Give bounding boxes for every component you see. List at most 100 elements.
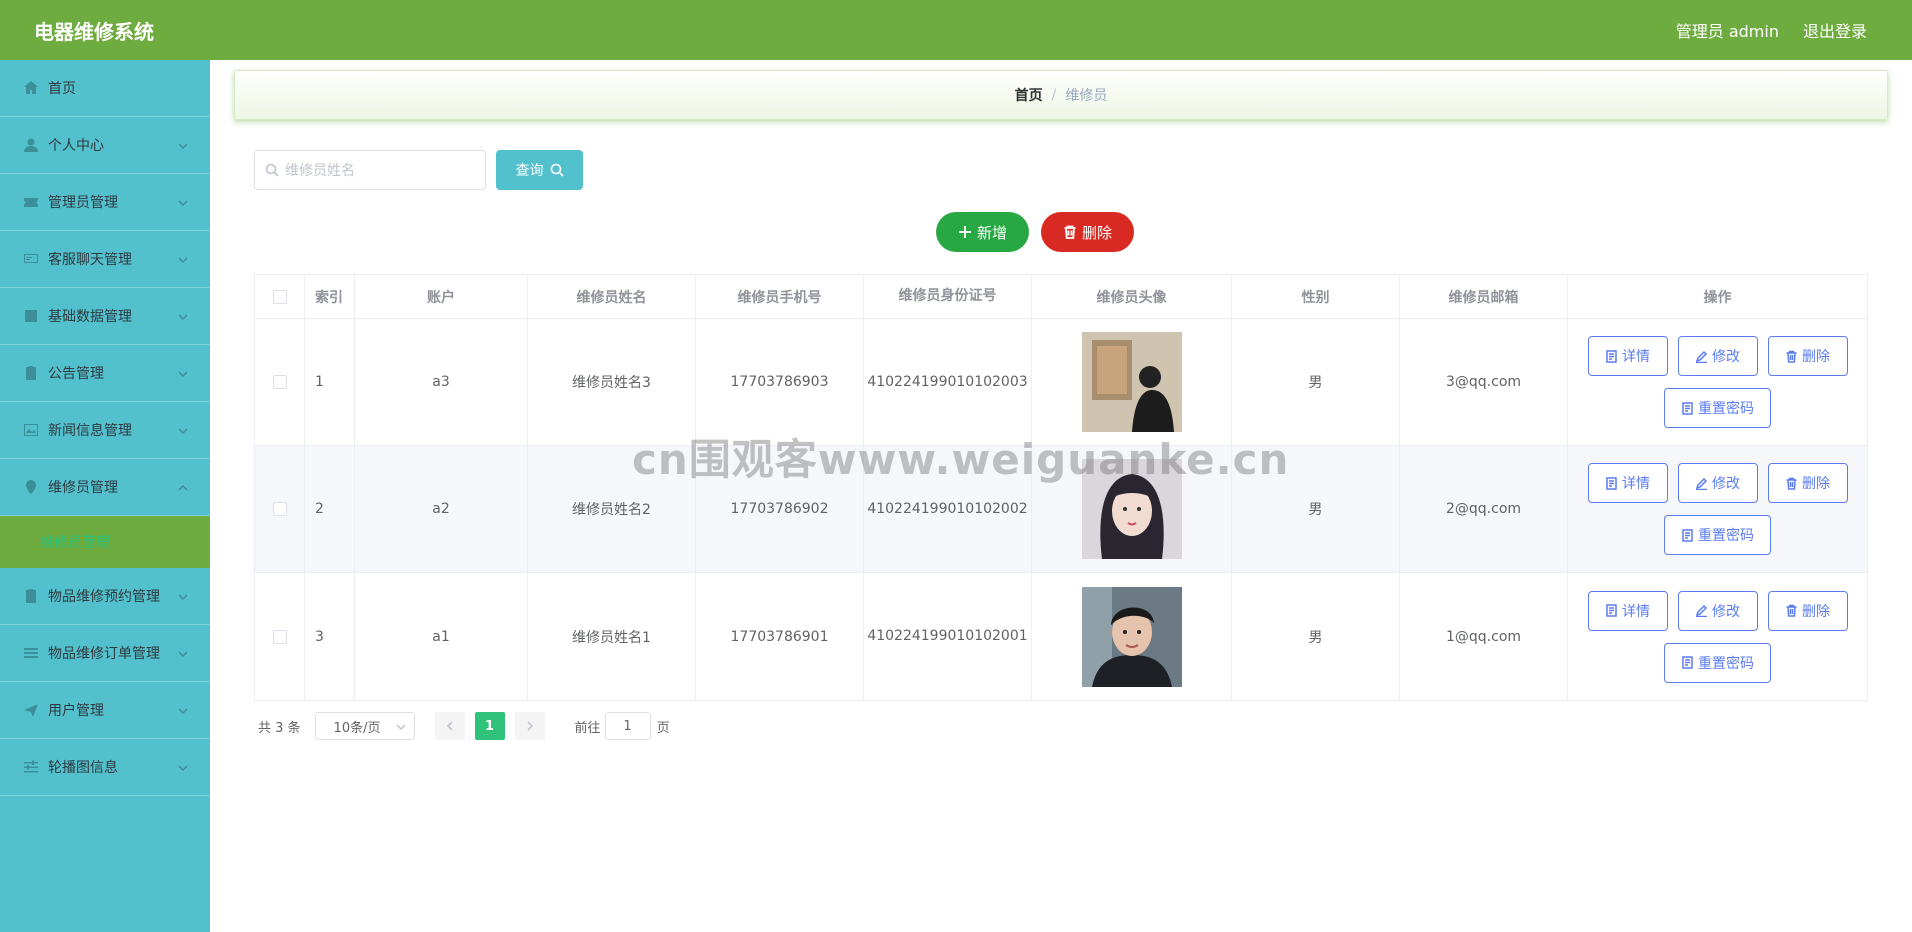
table-header: 索引 账户 维修员姓名 维修员手机号 维修员身份证号 维修员头像 性别 维修员邮… (255, 275, 1867, 319)
row-actions: 详情 修改 删除 重置密码 (1587, 336, 1848, 428)
chevron-down-icon (178, 761, 188, 772)
cell-avatar (1032, 573, 1232, 700)
sidebar-item-home[interactable]: 首页 (0, 60, 210, 117)
detail-button[interactable]: 详情 (1587, 463, 1668, 503)
document-icon (1682, 528, 1693, 542)
sidebar-item-label: 首页 (48, 81, 76, 97)
page-number[interactable]: 1 (474, 712, 505, 740)
sidebar-item-admin[interactable]: 管理员管理 (0, 174, 210, 231)
sidebar-item-repairer[interactable]: 维修员管理 (0, 459, 210, 516)
sidebar-item-label: 物品维修订单管理 (48, 646, 160, 662)
header-select-all (255, 275, 305, 318)
sidebar-item-news[interactable]: 新闻信息管理 (0, 402, 210, 459)
next-page-button[interactable] (514, 712, 545, 740)
batch-delete-button[interactable]: 删除 (1041, 212, 1134, 252)
action-bar: 新增 删除 (936, 212, 1134, 252)
main-content: 首页 / 维修员 维修员姓名 查询 新增 删除 索引 账户 维修员姓名 维修员手… (210, 60, 1912, 932)
delete-button[interactable]: 删除 (1767, 336, 1848, 376)
reset-password-button[interactable]: 重置密码 (1664, 642, 1771, 683)
delete-button[interactable]: 删除 (1767, 590, 1848, 631)
delete-label: 删除 (1802, 349, 1830, 365)
chat-icon (22, 250, 40, 268)
cell-account: a3 (355, 319, 528, 445)
search-icon (550, 163, 564, 177)
header-index: 索引 (305, 275, 355, 318)
cell-name: 维修员姓名1 (528, 573, 696, 700)
sidebar-item-label: 公告管理 (48, 366, 104, 382)
add-button-label: 新增 (976, 223, 1007, 242)
document-icon (1606, 604, 1617, 617)
edit-button[interactable]: 修改 (1677, 336, 1758, 376)
page-size-select[interactable]: 10条/页 (314, 712, 415, 740)
edit-button[interactable]: 修改 (1677, 590, 1758, 631)
row-select-cell (255, 319, 305, 445)
delete-label: 删除 (1802, 603, 1830, 620)
repairer-name-search-input[interactable]: 维修员姓名 (254, 150, 486, 190)
detail-button[interactable]: 详情 (1587, 336, 1668, 376)
sidebar-item-chat[interactable]: 客服聊天管理 (0, 231, 210, 288)
row-checkbox[interactable] (272, 502, 287, 516)
delete-button-label: 删除 (1081, 223, 1112, 242)
cell-phone: 17703786901 (696, 573, 864, 700)
cell-gender: 男 (1232, 573, 1400, 700)
header-name: 维修员姓名 (528, 275, 696, 318)
chevron-down-icon (396, 724, 406, 731)
search-icon (265, 163, 279, 177)
sidebar-item-label: 物品维修预约管理 (48, 589, 160, 605)
user-icon (22, 136, 40, 154)
chevron-down-icon (178, 253, 188, 264)
cell-email: 3@qq.com (1400, 319, 1568, 445)
table-row: 3 a1 维修员姓名1 17703786901 4102241990101020… (255, 573, 1867, 700)
document-icon (1606, 349, 1617, 363)
row-select-cell (255, 573, 305, 700)
sidebar-item-notice[interactable]: 公告管理 (0, 345, 210, 402)
select-all-checkbox[interactable] (272, 289, 287, 304)
sidebar-item-appointment[interactable]: 物品维修预约管理 (0, 568, 210, 625)
prev-page-button[interactable] (434, 712, 465, 740)
sidebar-item-basic-data[interactable]: 基础数据管理 (0, 288, 210, 345)
cell-operations: 详情 修改 删除 重置密码 (1568, 319, 1867, 445)
add-button[interactable]: 新增 (936, 212, 1029, 252)
edit-icon (1695, 350, 1708, 363)
breadcrumb-home[interactable]: 首页 (1015, 85, 1043, 105)
chevron-down-icon (178, 310, 188, 321)
plus-icon (958, 226, 971, 238)
send-icon (22, 701, 40, 719)
ticket-icon (22, 193, 40, 211)
detail-label: 详情 (1622, 603, 1650, 620)
query-button[interactable]: 查询 (496, 150, 583, 190)
trash-icon (1064, 225, 1076, 239)
row-checkbox[interactable] (272, 629, 287, 644)
reset-password-button[interactable]: 重置密码 (1664, 388, 1771, 428)
trash-icon (1786, 350, 1797, 363)
reset-password-button[interactable]: 重置密码 (1664, 515, 1771, 555)
sidebar-item-label: 客服聊天管理 (48, 252, 132, 268)
sidebar-item-carousel[interactable]: 轮播图信息 (0, 739, 210, 796)
chevron-down-icon (178, 590, 188, 601)
admin-user-label[interactable]: 管理员 admin (1676, 18, 1779, 42)
repairer-table: 索引 账户 维修员姓名 维修员手机号 维修员身份证号 维修员头像 性别 维修员邮… (254, 274, 1868, 701)
goto-prefix: 前往 (574, 720, 601, 736)
app-title: 电器维修系统 (34, 19, 154, 44)
sidebar-item-profile[interactable]: 个人中心 (0, 117, 210, 174)
chevron-right-icon (526, 721, 533, 731)
cell-account: a2 (355, 446, 528, 572)
reset-password-label: 重置密码 (1698, 655, 1754, 672)
breadcrumb-separator: / (1051, 87, 1057, 103)
watermark: cn围观客www.weiguanke.cn (632, 435, 1290, 484)
sidebar-item-order[interactable]: 物品维修订单管理 (0, 625, 210, 682)
sidebar-subitem-repairer-manage[interactable]: 维修员管理 (0, 516, 210, 568)
edit-button[interactable]: 修改 (1677, 463, 1758, 503)
cell-index: 2 (305, 446, 355, 572)
delete-label: 删除 (1802, 476, 1830, 492)
trash-icon (1786, 604, 1797, 617)
sidebar-item-users[interactable]: 用户管理 (0, 682, 210, 739)
delete-button[interactable]: 删除 (1767, 463, 1848, 503)
logout-link[interactable]: 退出登录 (1803, 18, 1867, 42)
chevron-down-icon (178, 139, 188, 150)
sidebar: 首页 个人中心 管理员管理 客服聊天管理 基础数据管理 公告管理 新闻信息管理 … (0, 60, 210, 932)
header-gender: 性别 (1232, 275, 1400, 318)
row-checkbox[interactable] (272, 375, 287, 389)
detail-button[interactable]: 详情 (1587, 590, 1668, 631)
goto-page-input[interactable]: 1 (604, 712, 651, 740)
